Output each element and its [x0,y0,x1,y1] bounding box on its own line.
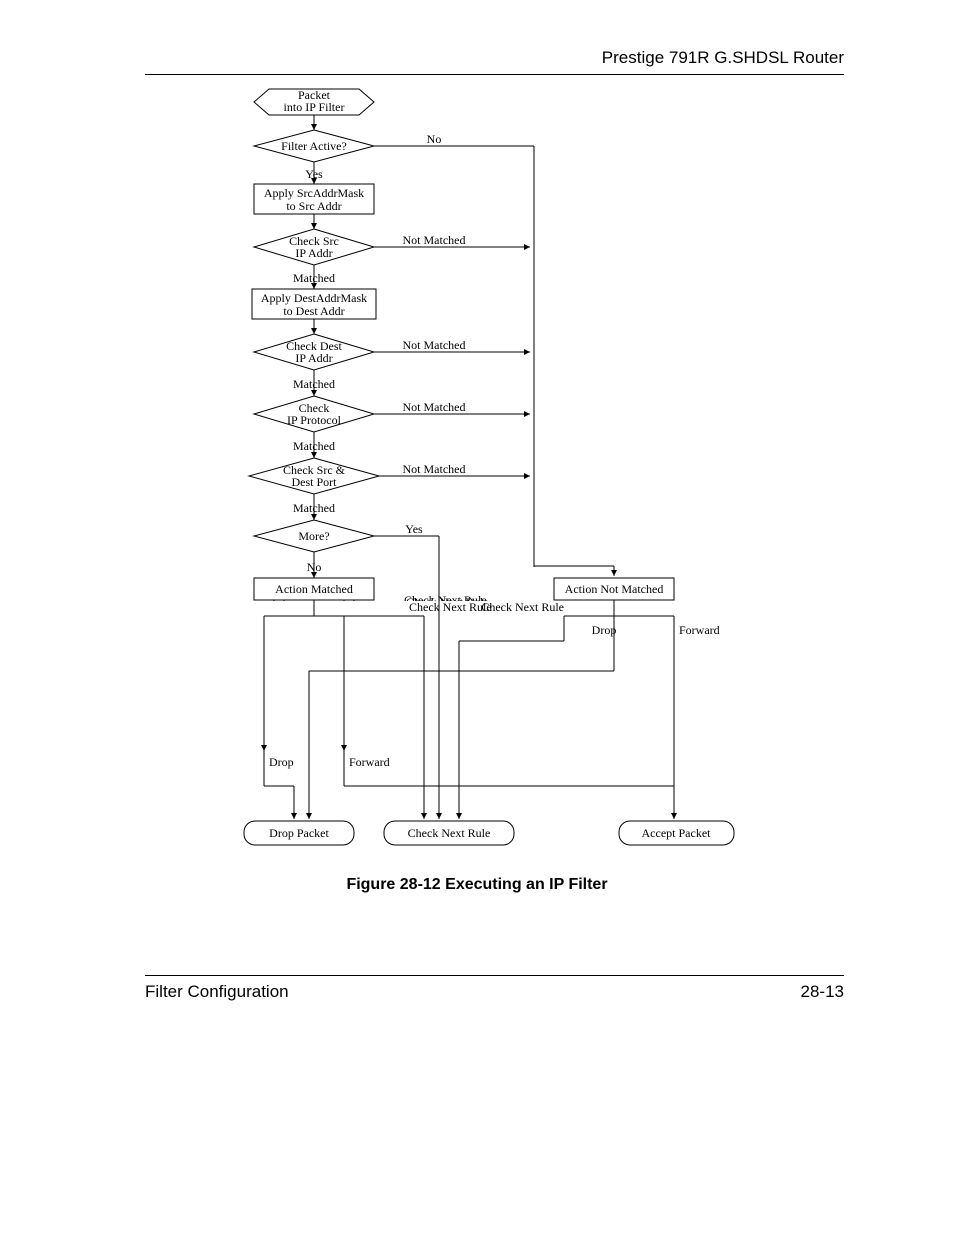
decision-more: More? [254,520,374,552]
d3-text-2: IP Addr [295,351,332,365]
d1-text: Filter Active? [281,139,347,153]
decision-ip-protocol: Check IP Protocol [254,396,374,432]
header-rule [145,74,844,75]
p2-text-2: to Dest Addr [283,304,344,318]
d5-text-2: Dest Port [292,475,338,489]
d1-yes-label: Yes [305,167,323,181]
d5-down-label: Matched [293,501,335,515]
decision-src-ip: Check Src IP Addr [254,229,374,265]
d6-no-label: No [307,560,322,574]
d2-down-label: Matched [293,271,335,285]
am-text: Action Matched [275,582,353,596]
start-node: Packet into IP Filter [254,88,374,115]
d4-right-label: Not Matched [403,400,466,414]
d4-down-label: Matched [293,439,335,453]
am-fwd-f: Forward [349,755,390,769]
svg-text:Accept Packet: Accept Packet [642,826,712,840]
am-cnr-final: Check Next Rule [409,600,492,614]
action-matched-box: Action Matched [254,578,374,600]
process-dest-mask: Apply DestAddrMask to Dest Addr [252,289,376,319]
d2-text-2: IP Addr [295,246,332,260]
page-footer: Filter Configuration 28-13 [145,975,844,1002]
anm-drop-final: Drop [592,623,617,637]
decision-filter-active: Filter Active? [254,130,374,162]
page-header: Prestige 791R G.SHDSL Router [145,48,844,75]
footer-right: 28-13 [801,982,844,1002]
action-not-matched-box-2: Action Not Matched [554,578,674,600]
footer-rule [145,975,844,976]
d2-right-label: Not Matched [403,233,466,247]
d3-down-label: Matched [293,377,335,391]
terminal-check-next-rule: Check Next Rule [384,821,514,845]
decision-ports: Check Src & Dest Port [249,458,379,494]
decision-dest-ip: Check Dest IP Addr [254,334,374,370]
svg-text:Check Next Rule: Check Next Rule [408,826,491,840]
am-drop-f: Drop [269,755,294,769]
start-text-2: into IP Filter [284,100,345,114]
d4-text-2: IP Protocol [287,413,342,427]
d6-yes-label: Yes [405,522,423,536]
d5-right-label: Not Matched [403,462,466,476]
d3-right-label: Not Matched [403,338,466,352]
flowchart-svg: Packet into IP Filter Filter Active? No … [234,86,754,856]
anm-fwd-final: Forward [679,623,720,637]
anm-cnr-final: Check Next Rule [481,600,564,614]
p1-text-2: to Src Addr [286,199,341,213]
d1-no-label: No [427,132,442,146]
p1-text-1: Apply SrcAddrMask [264,186,364,200]
terminal-drop-packet: Drop Packet [244,821,354,845]
p2-text-1: Apply DestAddrMask [261,291,367,305]
header-title: Prestige 791R G.SHDSL Router [145,48,844,68]
flowchart: Packet into IP Filter Filter Active? No … [234,86,754,861]
svg-text:Action Not Matched: Action Not Matched [565,582,664,596]
footer-left: Filter Configuration [145,982,289,1002]
process-src-mask: Apply SrcAddrMask to Src Addr [254,184,374,214]
terminal-accept-packet: Accept Packet [619,821,734,845]
svg-text:Drop Packet: Drop Packet [269,826,329,840]
d6-text: More? [298,529,329,543]
document-page: Prestige 791R G.SHDSL Router Packet into… [0,0,954,1235]
figure-caption: Figure 28-12 Executing an IP Filter [0,876,954,894]
